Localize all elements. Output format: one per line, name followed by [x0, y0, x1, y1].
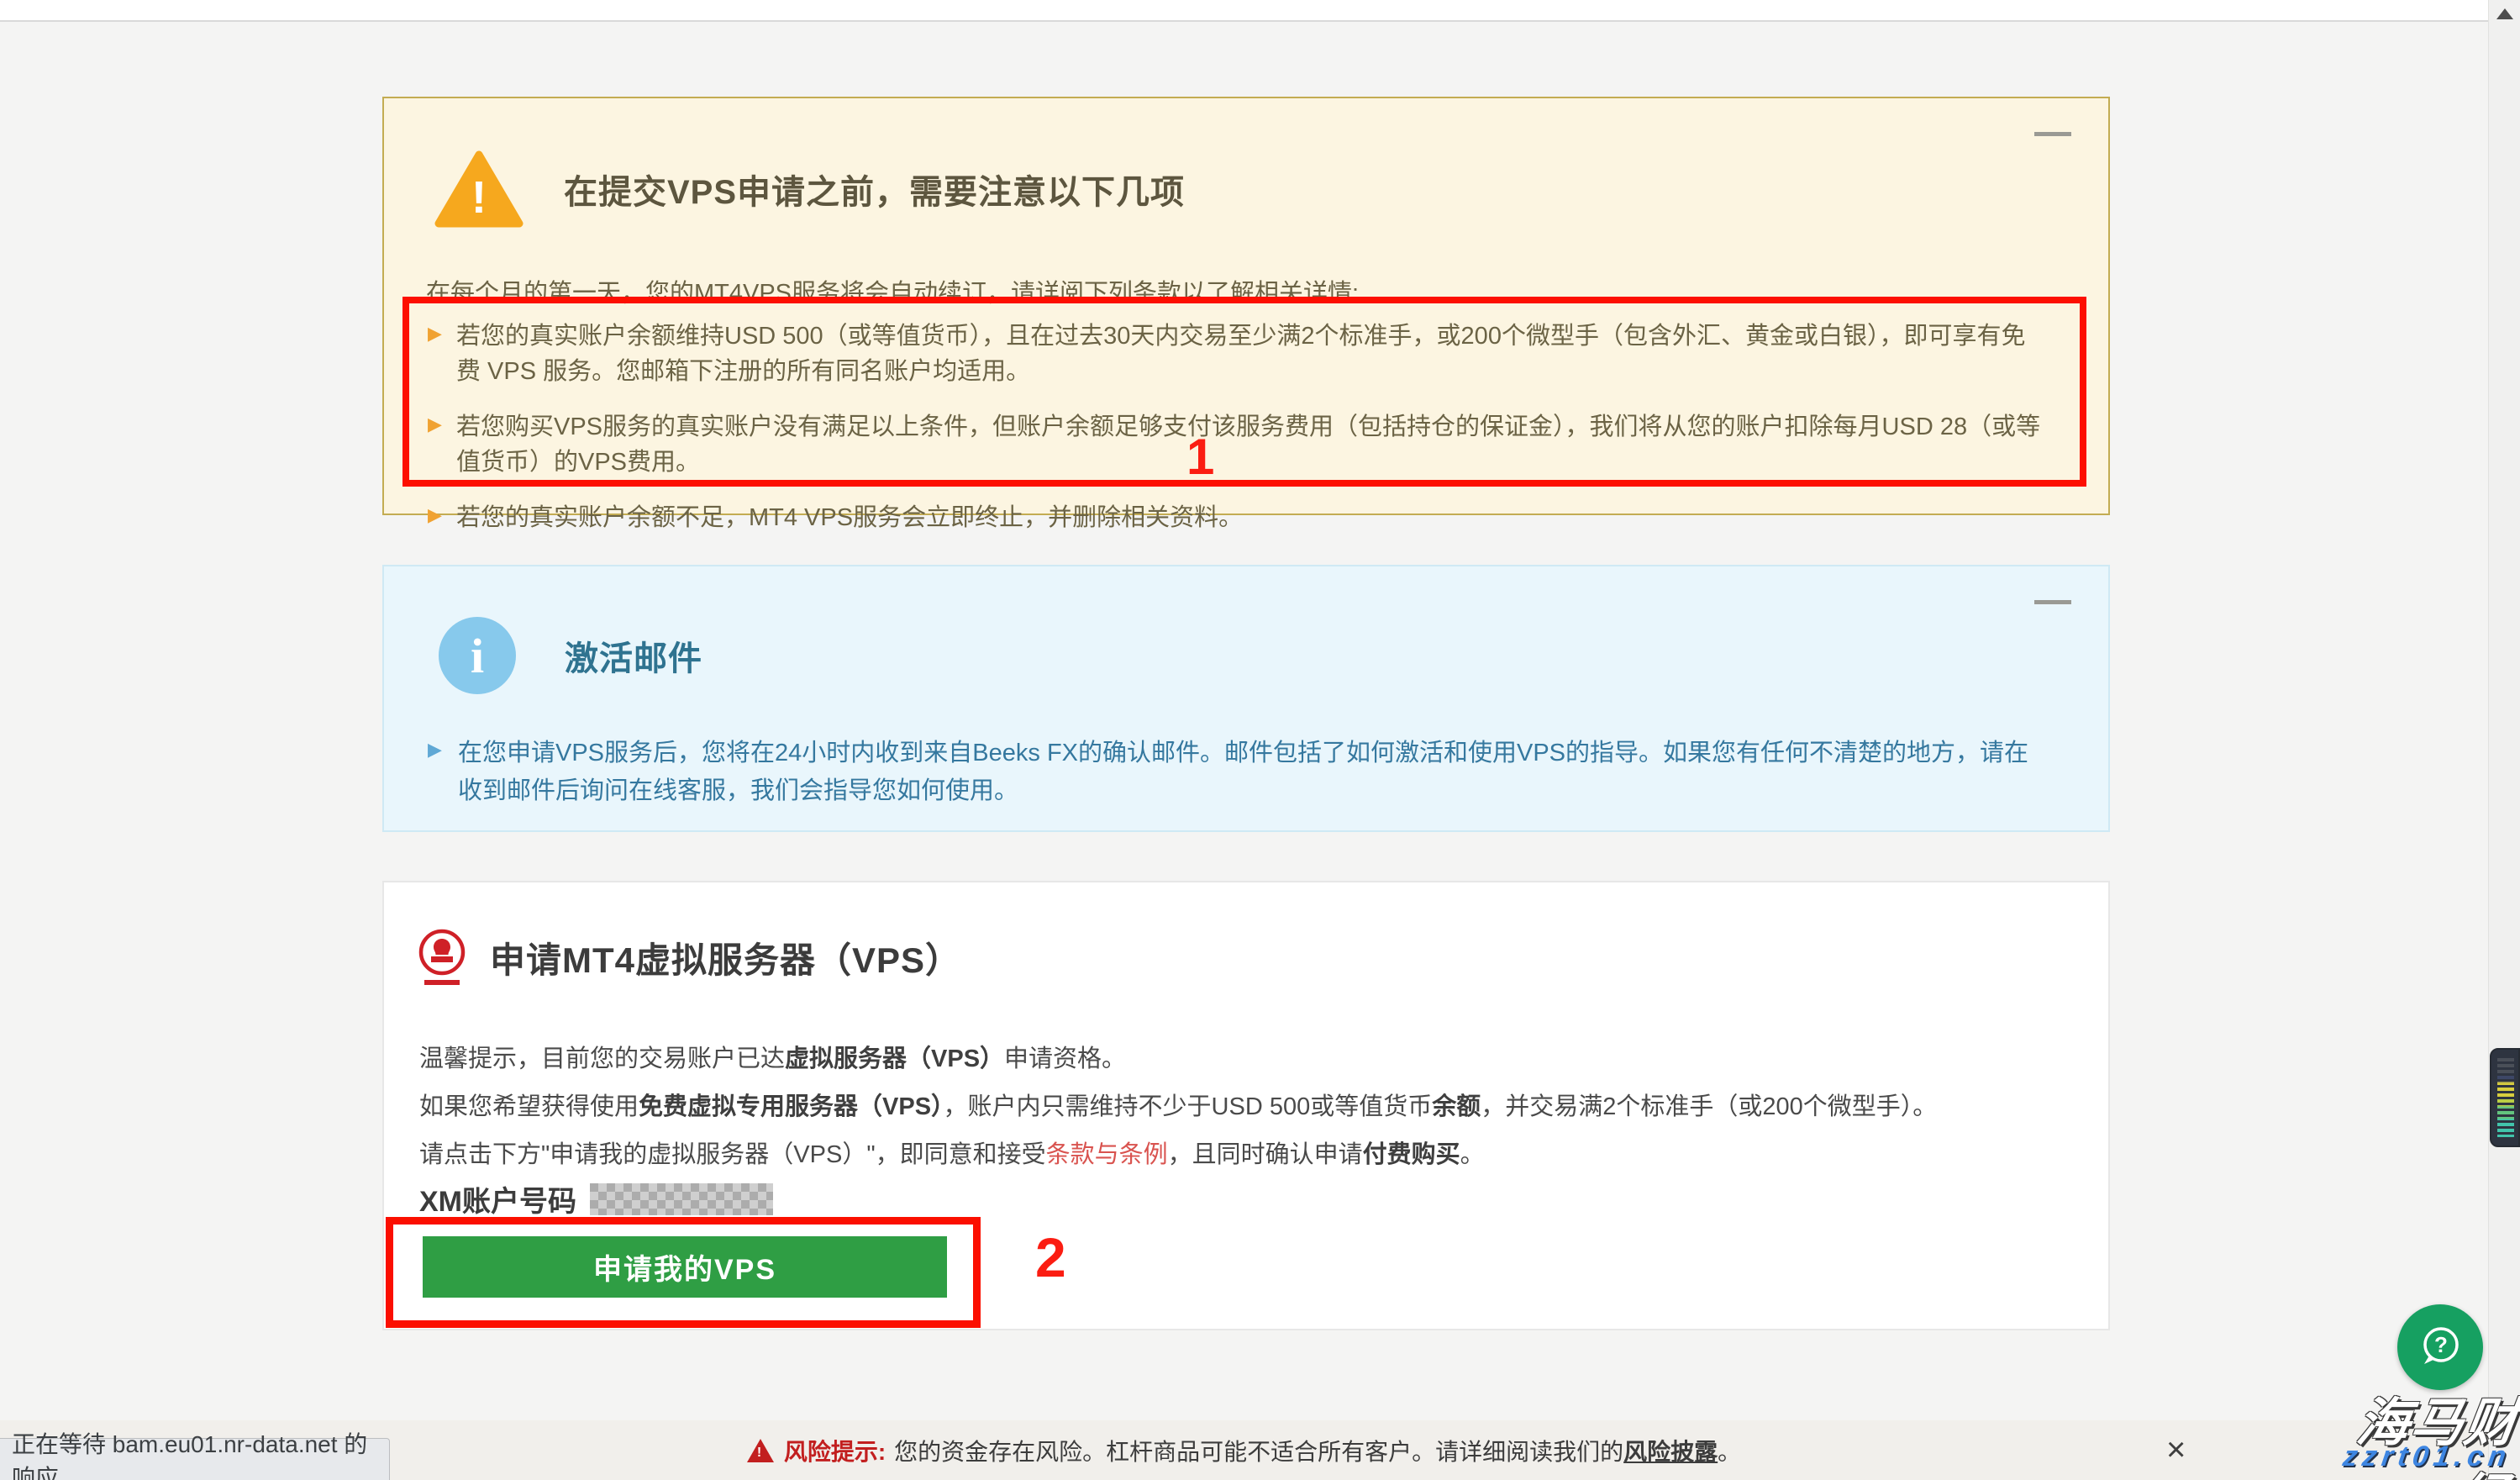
edge-extension-widget[interactable]: [2490, 1048, 2520, 1147]
close-icon[interactable]: ×: [2166, 1425, 2186, 1474]
browser-status-bubble: 正在等待 bam.eu01.nr-data.net 的响应...: [0, 1438, 390, 1480]
help-bubble-icon: ?: [2415, 1322, 2465, 1372]
widget-stripes-icon: [2497, 1058, 2514, 1137]
text: 温馨提示，目前您的交易账户已达: [419, 1045, 785, 1072]
apply-paragraph-3: 请点击下方"申请我的虚拟服务器（VPS）"，即同意和接受条款与条例，且同时确认申…: [419, 1135, 1485, 1170]
redacted-account-number: [590, 1183, 773, 1215]
bullet-arrow-icon: ▶: [428, 319, 456, 389]
risk-warning-glyph: !: [757, 1446, 761, 1461]
info-icon: i: [439, 617, 516, 694]
account-number-label: XM账户号码: [419, 1178, 576, 1219]
text: ，并交易满2个标准手（或200个微型手）。: [1481, 1093, 1937, 1120]
text-bold: 余额: [1432, 1093, 1481, 1120]
text: 请点击下方"申请我的虚拟服务器（VPS）"，即同意和接受: [419, 1141, 1046, 1168]
bullet-arrow-icon: ▶: [428, 500, 456, 535]
text-bold: 虚拟服务器（VPS）: [785, 1045, 1004, 1072]
activation-email-panel: i 激活邮件 ▶ 在您申请VPS服务后，您将在24小时内收到来自Beeks FX…: [382, 565, 2110, 832]
apply-vps-panel: 申请MT4虚拟服务器（VPS） 温馨提示，目前您的交易账户已达虚拟服务器（VPS…: [382, 881, 2110, 1330]
apply-paragraph-1: 温馨提示，目前您的交易账户已达虚拟服务器（VPS）申请资格。: [419, 1039, 1126, 1074]
help-chat-button[interactable]: ?: [2397, 1304, 2483, 1390]
collapse-dash-icon[interactable]: [2034, 600, 2071, 604]
stamp-icon: [418, 926, 466, 988]
text: 申请资格。: [1004, 1045, 1126, 1072]
account-number-row: XM账户号码: [419, 1178, 773, 1219]
warning-triangle-icon: !: [434, 150, 523, 228]
text: 如果您希望获得使用: [419, 1093, 639, 1120]
text-bold: 免费虚拟专用服务器（VPS）: [639, 1093, 944, 1120]
bullet-arrow-icon: ▶: [428, 409, 456, 480]
warning-bullet-text: 若您的真实账户余额不足，MT4 VPS服务会立即终止，并删除相关资料。: [456, 500, 1243, 535]
annotation-number-1: 1: [1186, 428, 1214, 486]
annotation-number-2: 2: [1035, 1225, 1066, 1289]
info-panel-title: 激活邮件: [565, 631, 702, 680]
status-text: 正在等待 bam.eu01.nr-data.net 的响应...: [12, 1426, 389, 1480]
risk-label: 风险提示:: [784, 1434, 886, 1467]
terms-and-conditions-link[interactable]: 条款与条例: [1046, 1141, 1168, 1168]
list-item: ▶ 若您购买VPS服务的真实账户没有满足以上条件，但账户余额足够支付该服务费用（…: [428, 409, 2075, 480]
warning-bullet-text: 若您购买VPS服务的真实账户没有满足以上条件，但账户余额足够支付该服务费用（包括…: [456, 409, 2044, 480]
list-item: ▶ 若您的真实账户余额不足，MT4 VPS服务会立即终止，并删除相关资料。: [428, 500, 2075, 535]
bullet-arrow-icon: ▶: [428, 735, 458, 810]
risk-text: 您的资金存在风险。杠杆商品可能不适合所有客户。请详细阅读我们的风险披露。: [894, 1434, 1741, 1467]
vps-warning-panel: ! 在提交VPS申请之前，需要注意以下几项 在每个月的第一天，您的MT4VPS服…: [382, 97, 2110, 515]
page-top-strip: [0, 0, 2488, 22]
vertical-scrollbar[interactable]: [2488, 0, 2520, 1480]
list-item: ▶ 若您的真实账户余额维持USD 500（或等值货币），且在过去30天内交易至少…: [428, 319, 2075, 389]
warning-bullet-text: 若您的真实账户余额维持USD 500（或等值货币），且在过去30天内交易至少满2…: [456, 319, 2044, 389]
apply-panel-title: 申请MT4虚拟服务器（VPS）: [490, 932, 961, 983]
scroll-up-arrow-icon[interactable]: [2496, 8, 2513, 19]
warning-bullet-list: ▶ 若您的真实账户余额维持USD 500（或等值货币），且在过去30天内交易至少…: [428, 319, 2075, 556]
text-bold: 付费购买: [1363, 1141, 1460, 1168]
browser-page: ! 在提交VPS申请之前，需要注意以下几项 在每个月的第一天，您的MT4VPS服…: [0, 0, 2520, 1480]
text: 。: [1718, 1439, 1741, 1465]
risk-disclosure-link[interactable]: 风险披露: [1623, 1439, 1718, 1465]
svg-text:!: !: [471, 172, 487, 223]
text: 您的资金存在风险。杠杆商品可能不适合所有客户。请详细阅读我们的: [894, 1439, 1623, 1465]
risk-warning-icon: !: [747, 1439, 774, 1462]
watermark-line2: zzrt01.cn: [2302, 1440, 2512, 1473]
text: 。: [1460, 1141, 1485, 1168]
collapse-dash-icon[interactable]: [2034, 132, 2071, 136]
text: ，账户内只需维持不少于USD 500或等值货币: [944, 1093, 1433, 1120]
text: ，且同时确认申请: [1168, 1141, 1363, 1168]
info-panel-body: 在您申请VPS服务后，您将在24小时内收到来自Beeks FX的确认邮件。邮件包…: [458, 735, 2038, 810]
apply-paragraph-2: 如果您希望获得使用免费虚拟专用服务器（VPS），账户内只需维持不少于USD 50…: [419, 1087, 1937, 1122]
warning-panel-title: 在提交VPS申请之前，需要注意以下几项: [564, 165, 1185, 213]
svg-text:?: ?: [2434, 1332, 2448, 1357]
apply-my-vps-button[interactable]: 申请我的VPS: [423, 1236, 947, 1298]
